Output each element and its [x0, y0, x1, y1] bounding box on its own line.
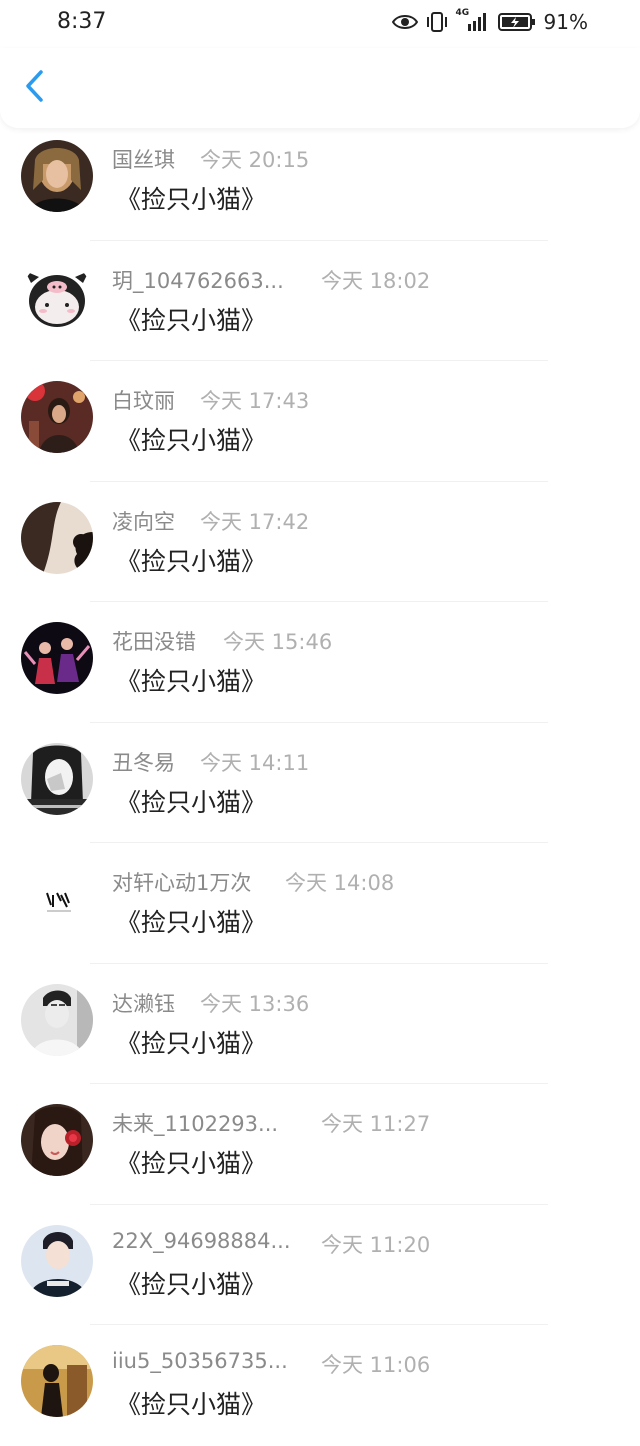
- avatar[interactable]: [21, 140, 93, 212]
- comment-username[interactable]: 花田没错: [112, 626, 196, 656]
- eye-icon: [391, 13, 418, 31]
- comment-time: 今天 14:08: [285, 871, 395, 895]
- comment-time: 今天 17:42: [200, 509, 310, 534]
- status-icons: 4G 91%: [391, 8, 588, 34]
- avatar[interactable]: [21, 260, 93, 333]
- comment-text: 《捡只小猫》: [116, 787, 267, 817]
- comment-username[interactable]: 达濑钰: [112, 988, 175, 1018]
- comment-time: 今天 11:27: [321, 1112, 431, 1136]
- comment-text: 《捡只小猫》: [116, 1390, 267, 1419]
- comment-username[interactable]: 白玟丽: [112, 385, 175, 415]
- comment-text: 《捡只小猫》: [116, 426, 267, 455]
- comment-list: 国丝琪 今天 20:15 《捡只小猫》 玥_104762663... 今天 18…: [0, 120, 640, 1446]
- comment-username[interactable]: 22X_94698884...: [112, 1229, 291, 1253]
- avatar[interactable]: [21, 863, 93, 935]
- comment-text: 《捡只小猫》: [116, 908, 267, 937]
- comment-time: 今天 20:15: [200, 148, 310, 172]
- comment-item[interactable]: 22X_94698884... 今天 11:20 《捡只小猫》: [0, 1205, 640, 1325]
- signal-icon: 4G: [456, 8, 490, 32]
- comment-item[interactable]: 丑冬易 今天 14:11 《捡只小猫》: [0, 723, 640, 843]
- comment-time: 今天 11:20: [321, 1232, 431, 1257]
- back-button[interactable]: [14, 66, 54, 106]
- comment-time: 今天 17:43: [200, 389, 310, 413]
- comment-time: 今天 13:36: [200, 991, 310, 1016]
- nav-bar: [0, 48, 640, 128]
- comment-text: 《捡只小猫》: [116, 185, 267, 214]
- comment-item[interactable]: iiu5_50356735... 今天 11:06 《捡只小猫》: [0, 1325, 640, 1446]
- comment-text: 《捡只小猫》: [116, 305, 267, 335]
- avatar[interactable]: [21, 501, 93, 574]
- avatar[interactable]: [21, 1104, 93, 1176]
- comment-time: 今天 11:06: [321, 1353, 431, 1377]
- avatar[interactable]: [21, 622, 93, 694]
- comment-time: 今天 15:46: [223, 630, 333, 654]
- comment-time: 今天 18:02: [321, 268, 431, 293]
- network-label: 4G: [455, 8, 470, 18]
- comment-text: 《捡只小猫》: [116, 546, 267, 576]
- avatar[interactable]: [21, 1224, 93, 1297]
- comment-username[interactable]: 凌向空: [112, 506, 175, 536]
- comment-item[interactable]: 玥_104762663... 今天 18:02 《捡只小猫》: [0, 241, 640, 361]
- comment-time: 今天 14:11: [200, 750, 310, 775]
- battery-icon: [497, 12, 536, 32]
- avatar[interactable]: [21, 381, 93, 453]
- vibrate-icon: [426, 12, 448, 32]
- comment-item[interactable]: 对轩心动1万次 今天 14:08 《捡只小猫》: [0, 843, 640, 964]
- avatar[interactable]: [21, 742, 93, 815]
- comment-item[interactable]: 白玟丽 今天 17:43 《捡只小猫》: [0, 361, 640, 482]
- status-bar: 8:37 4G 91%: [0, 0, 640, 48]
- comment-item[interactable]: 国丝琪 今天 20:15 《捡只小猫》: [0, 120, 640, 241]
- chevron-left-icon: [26, 70, 43, 102]
- comment-item[interactable]: 凌向空 今天 17:42 《捡只小猫》: [0, 482, 640, 602]
- comment-text: 《捡只小猫》: [116, 667, 267, 696]
- status-time: 8:37: [57, 9, 107, 34]
- avatar[interactable]: [21, 1345, 93, 1417]
- comment-text: 《捡只小猫》: [116, 1028, 267, 1058]
- comment-username[interactable]: 未来_1102293...: [112, 1108, 278, 1138]
- comment-username[interactable]: 丑冬易: [112, 747, 175, 777]
- comment-item[interactable]: 达濑钰 今天 13:36 《捡只小猫》: [0, 964, 640, 1084]
- comment-item[interactable]: 花田没错 今天 15:46 《捡只小猫》: [0, 602, 640, 723]
- battery-percent: 91%: [543, 10, 588, 34]
- comment-text: 《捡只小猫》: [116, 1269, 267, 1299]
- comment-username[interactable]: 国丝琪: [112, 144, 175, 174]
- comment-username[interactable]: 对轩心动1万次: [112, 867, 251, 897]
- comment-text: 《捡只小猫》: [116, 1149, 267, 1178]
- comment-username[interactable]: iiu5_50356735...: [112, 1349, 288, 1373]
- comment-item[interactable]: 未来_1102293... 今天 11:27 《捡只小猫》: [0, 1084, 640, 1205]
- comment-username[interactable]: 玥_104762663...: [112, 265, 284, 295]
- avatar[interactable]: [21, 983, 93, 1056]
